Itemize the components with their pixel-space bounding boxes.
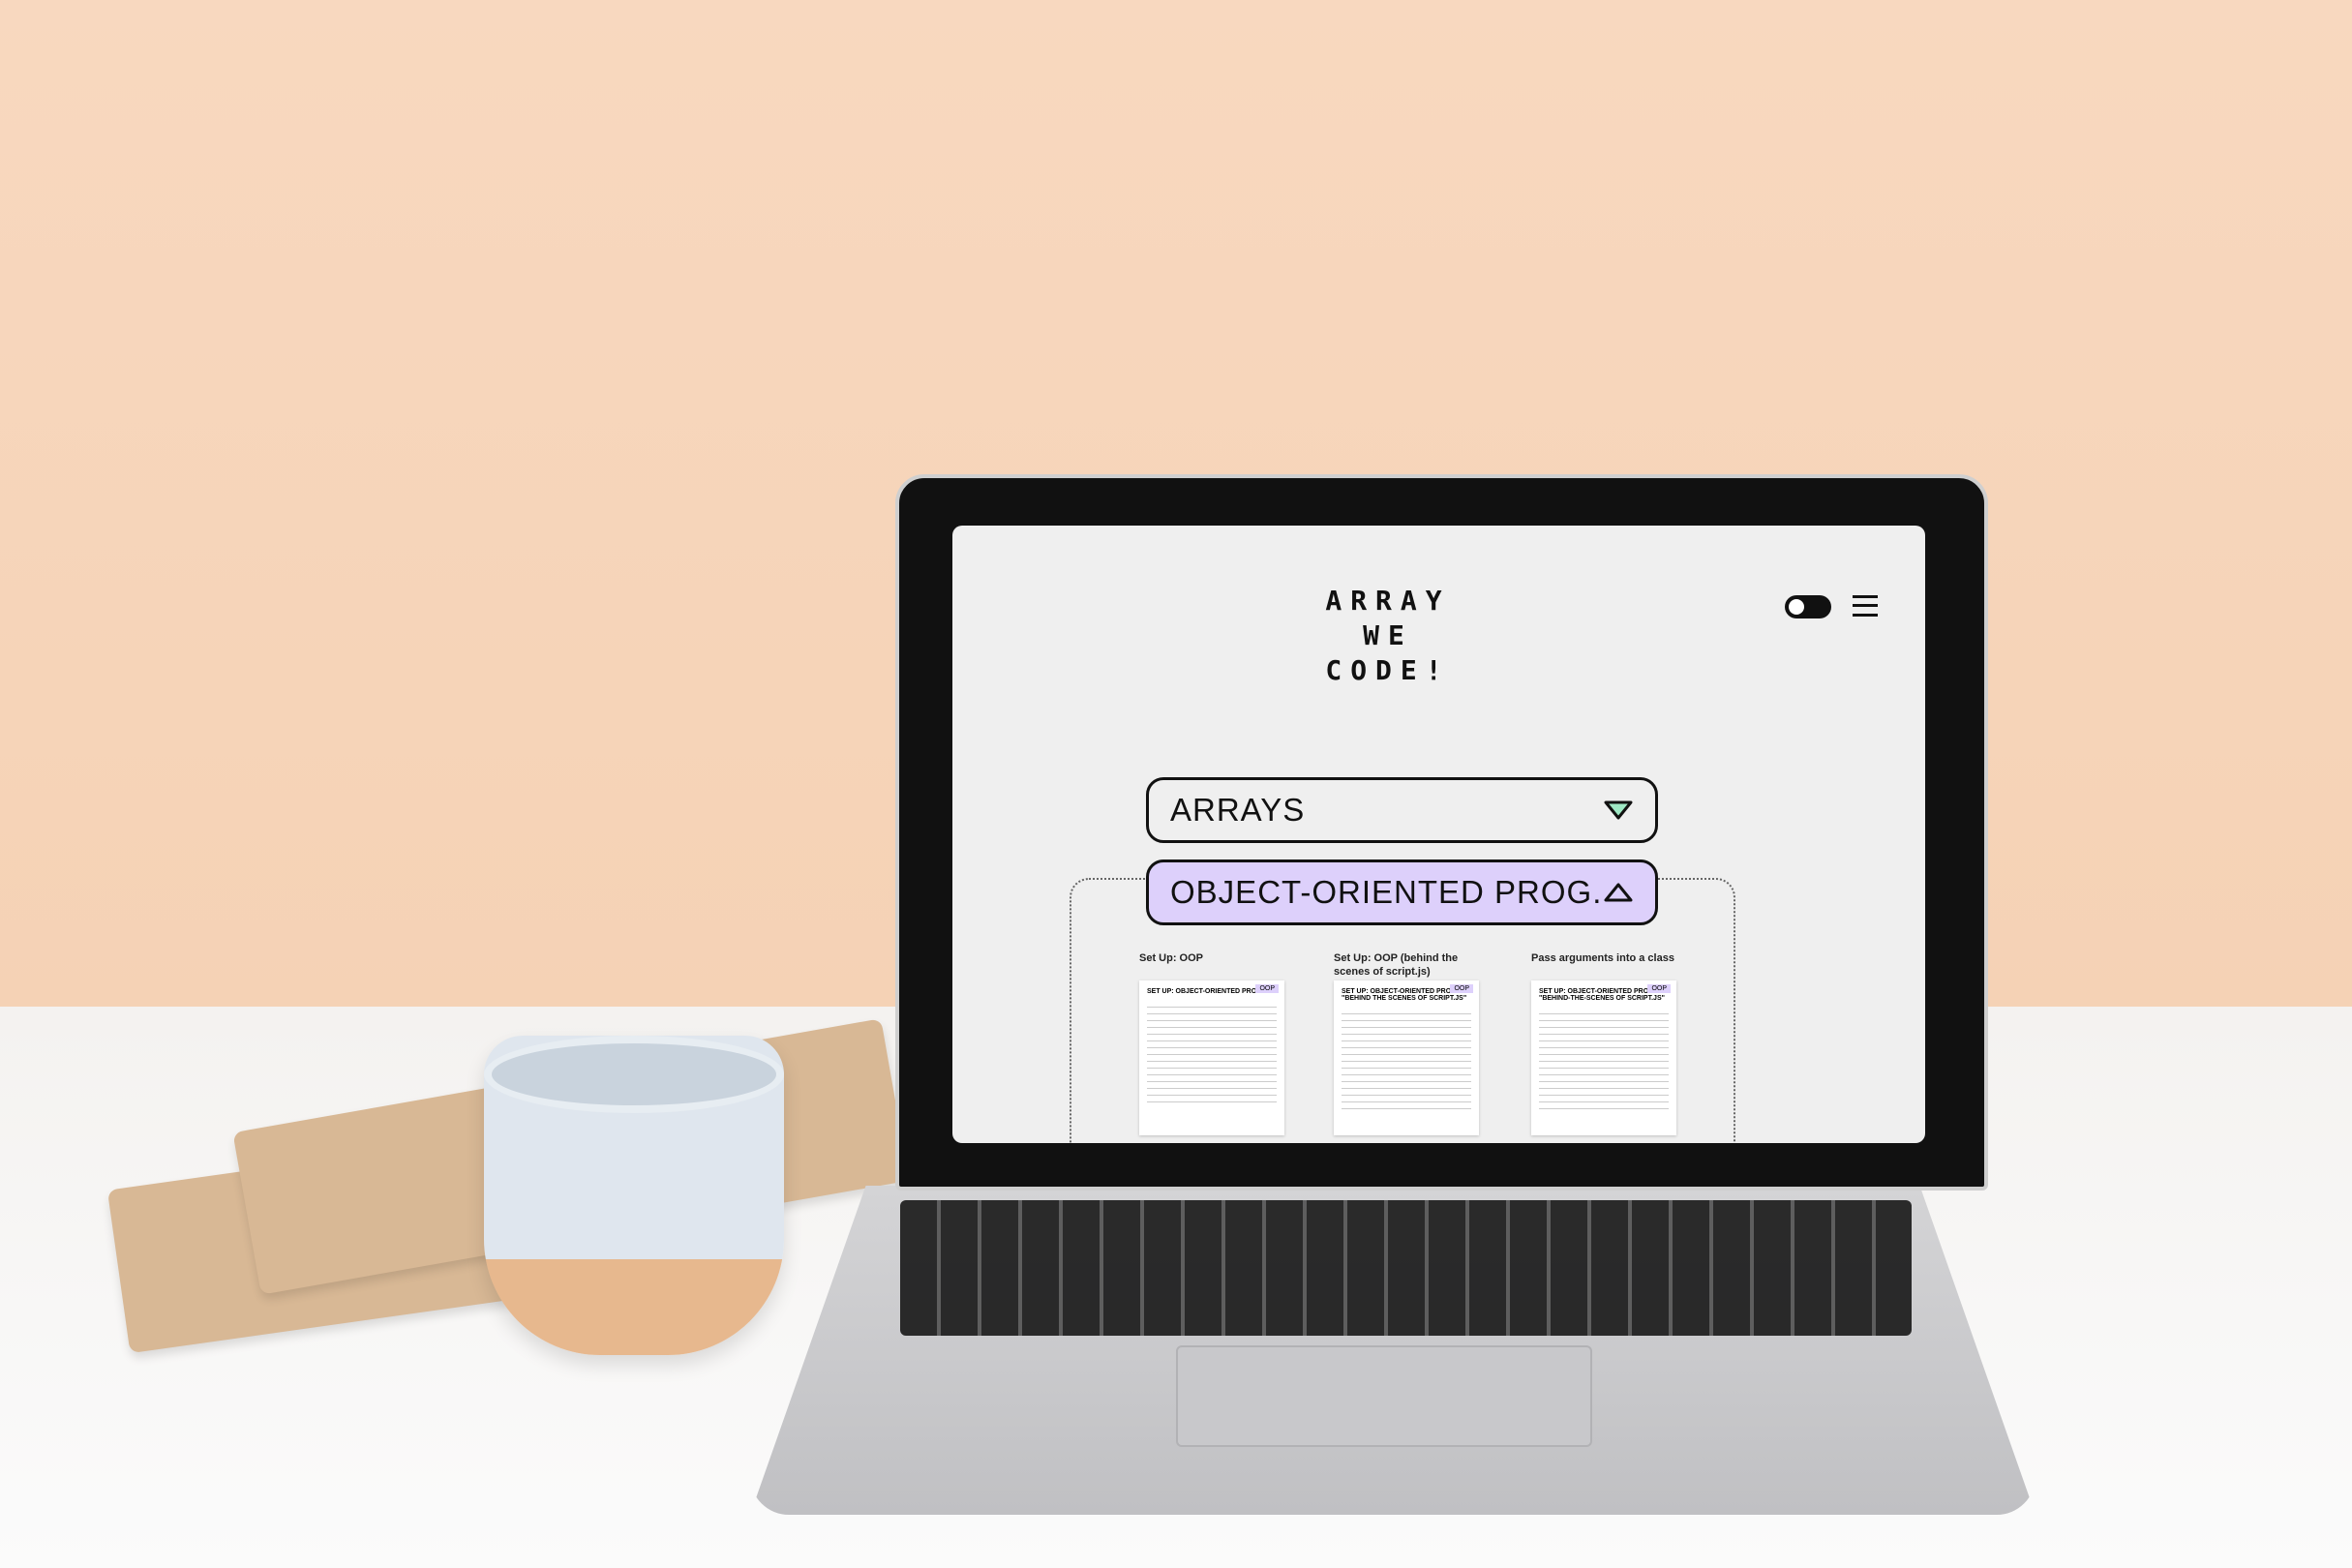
logo-line: CODE! xyxy=(1325,654,1451,686)
lesson-card[interactable]: Pass arguments into a class OOP SET UP: O… xyxy=(1531,951,1686,1135)
badge: OOP xyxy=(1450,984,1473,993)
chevron-down-icon xyxy=(1604,800,1633,820)
card-title: Pass arguments into a class xyxy=(1531,952,1674,964)
badge: OOP xyxy=(1255,984,1279,993)
badge: OOP xyxy=(1647,984,1671,993)
site-logo[interactable]: ARRAY WE CODE! xyxy=(1301,584,1475,688)
dark-mode-toggle-icon[interactable] xyxy=(1785,595,1831,618)
dropdown-arrays[interactable]: ARRAYS xyxy=(1146,777,1658,843)
chevron-up-icon xyxy=(1604,883,1633,902)
logo-line: WE xyxy=(1363,619,1413,651)
dropdown-label: OBJECT-ORIENTED PROG. xyxy=(1170,874,1603,910)
card-thumbnail[interactable]: OOP SET UP: OBJECT-ORIENTED PROG. "BEHIND… xyxy=(1531,980,1676,1135)
trackpad xyxy=(1176,1345,1592,1447)
dropdown-label: ARRAYS xyxy=(1170,792,1306,828)
keyboard xyxy=(900,1200,1912,1336)
logo-line: ARRAY xyxy=(1325,585,1451,617)
card-title: Set Up: OOP (behind the scenes of script… xyxy=(1334,952,1459,978)
card-thumbnail[interactable]: OOP SET UP: OBJECT-ORIENTED PROG. xyxy=(1139,980,1284,1135)
lesson-card[interactable]: Set Up: OOP OOP SET UP: OBJECT-ORIENTED P… xyxy=(1139,951,1294,1135)
laptop-screen: ARRAY WE CODE! ARRAYS OBJECT-ORIENTED PR… xyxy=(952,526,1925,1143)
card-title: Set Up: OOP xyxy=(1139,952,1204,964)
dropdown-oop[interactable]: OBJECT-ORIENTED PROG. xyxy=(1146,859,1658,925)
lesson-card[interactable]: Set Up: OOP (behind the scenes of script… xyxy=(1334,951,1489,1135)
hamburger-menu-icon[interactable] xyxy=(1853,595,1878,617)
mug-rim xyxy=(484,1036,784,1113)
card-thumbnail[interactable]: OOP SET UP: OBJECT-ORIENTED PROG. "BEHIND… xyxy=(1334,980,1479,1135)
